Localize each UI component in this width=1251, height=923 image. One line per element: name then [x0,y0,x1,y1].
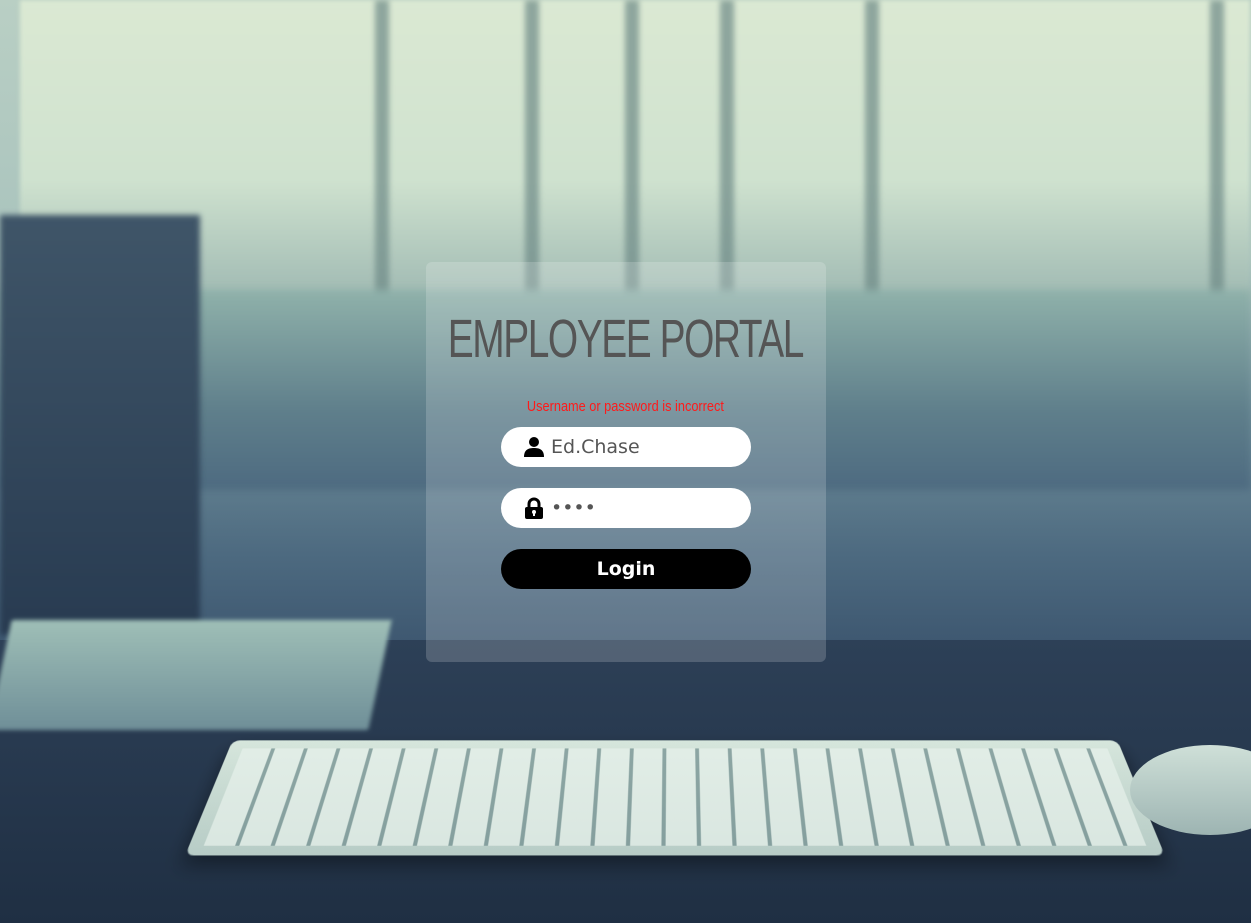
user-icon [524,437,544,457]
background-keyboard-keys [203,748,1147,846]
background-keyboard [185,740,1165,856]
username-input[interactable] [551,427,741,467]
login-button[interactable]: Login [501,549,751,589]
background-mullion [720,0,734,300]
error-message: Username or password is incorrect [526,398,724,415]
background-laptop [0,215,200,635]
background-laptop-base [0,620,392,730]
background-mullion [1210,0,1224,300]
background-mullion [375,0,389,300]
lock-icon [525,497,543,519]
background-mullion [625,0,639,300]
background-mullion [525,0,539,300]
page-title: EMPLOYEE PORTAL [447,309,805,369]
username-field[interactable] [501,427,751,467]
password-field[interactable] [501,488,751,528]
password-input[interactable] [551,488,741,528]
background-mullion [865,0,879,300]
